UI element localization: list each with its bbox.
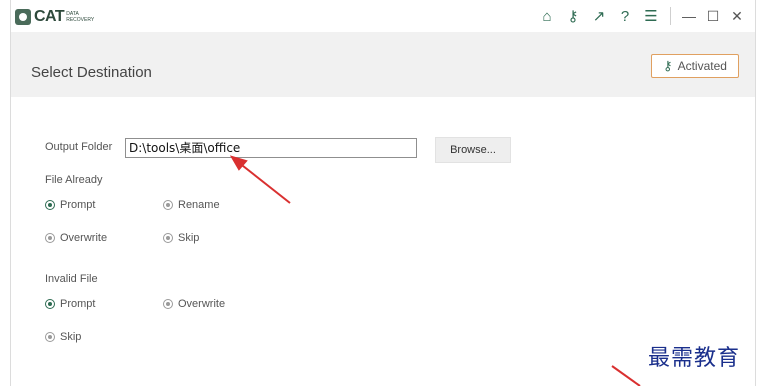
annotation-arrow-to-folder	[229, 155, 291, 204]
watermark-text: 最需教育	[648, 346, 741, 371]
annotation-arrow-bottom	[611, 365, 641, 386]
annotation-arrows	[229, 155, 641, 386]
